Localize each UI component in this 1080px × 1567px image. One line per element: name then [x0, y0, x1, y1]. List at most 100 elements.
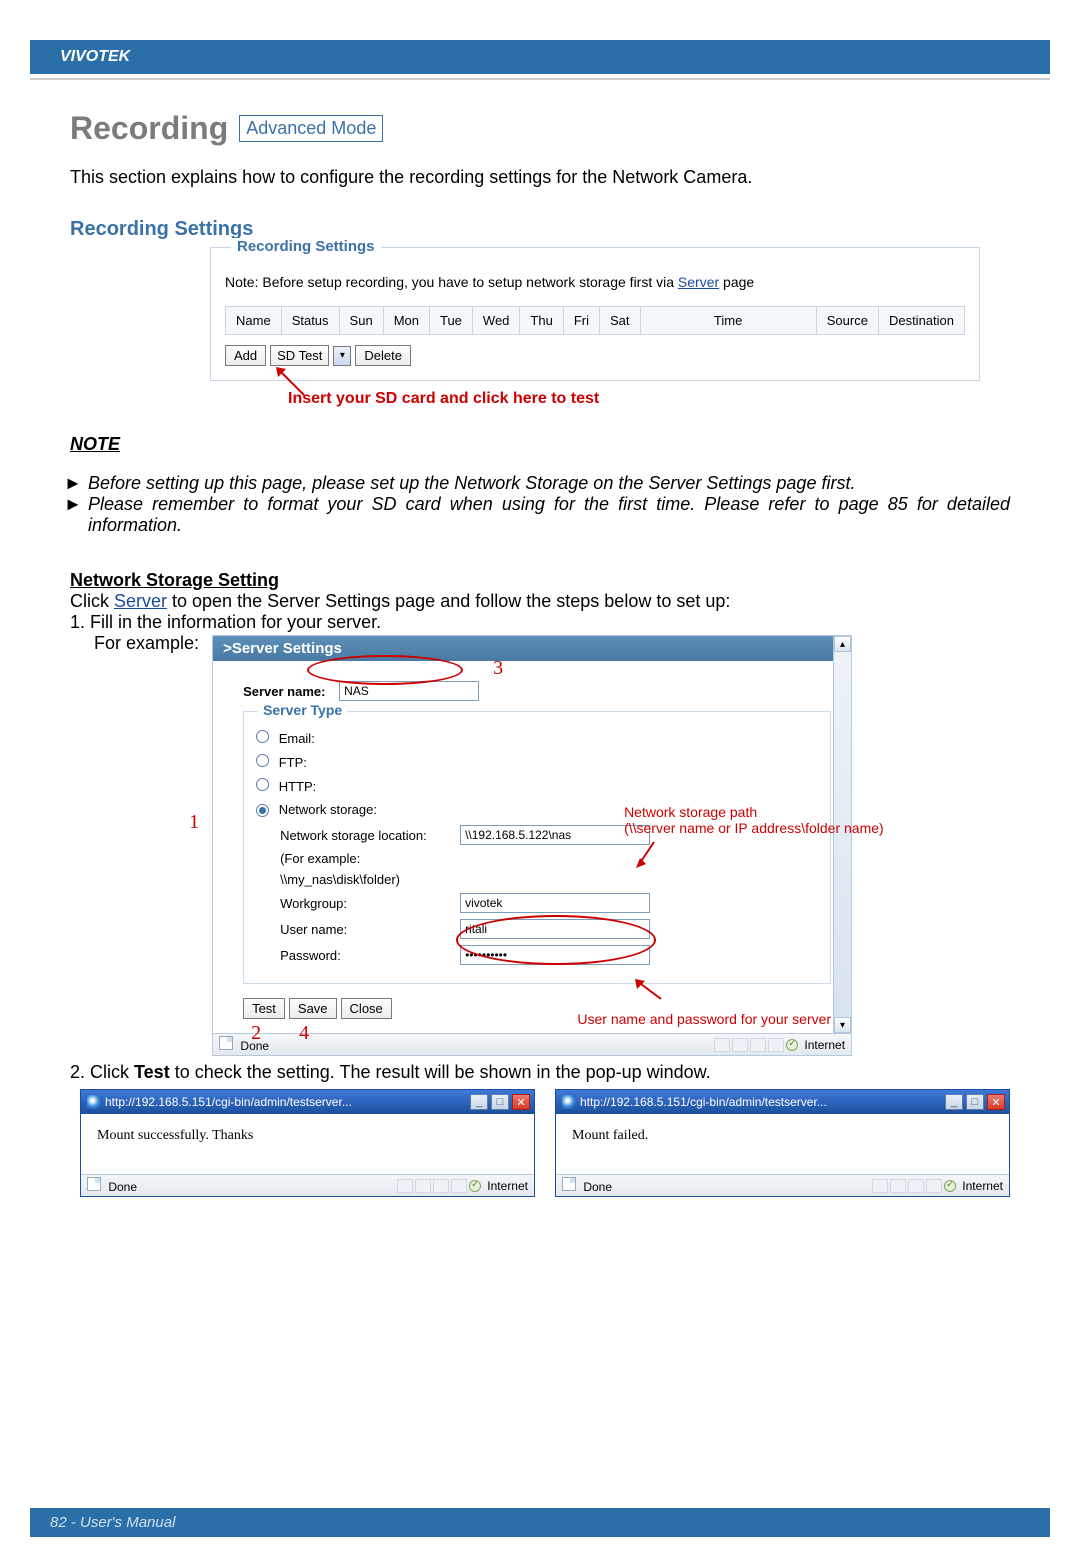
workgroup-input[interactable] [460, 893, 650, 913]
status-cells [872, 1179, 942, 1193]
opt-ftp-label: FTP: [279, 755, 307, 770]
userpass-circle-icon [456, 915, 656, 965]
minimize-button[interactable]: _ [470, 1094, 488, 1110]
server-settings-row: For example: >Server Settings ▴ ▾ 1 3 Se… [94, 633, 1010, 1056]
server-settings-body: 1 3 Server name: Server Type Network sto… [213, 661, 851, 1033]
note-item-2-text: Please remember to format your SD card w… [88, 494, 1010, 535]
close-button-popup[interactable]: ✕ [512, 1094, 530, 1110]
server-link-2[interactable]: Server [114, 591, 167, 611]
advanced-mode-badge: Advanced Mode [239, 115, 383, 142]
page-footer-text: 82 - User's Manual [50, 1514, 175, 1531]
popup-fail-status-right: Internet [872, 1179, 1003, 1193]
col-wed: Wed [473, 307, 521, 334]
workgroup-label: Workgroup: [280, 896, 460, 911]
col-sun: Sun [340, 307, 384, 334]
callout-number-2: 2 [251, 1022, 261, 1045]
server-name-circle-icon [307, 655, 463, 685]
ns-line1: Click Server to open the Server Settings… [70, 591, 1010, 612]
step2-bold: Test [134, 1062, 170, 1082]
username-row: User name: [280, 919, 818, 939]
callout-number-4: 4 [299, 1022, 309, 1045]
popup-fail-internet-text: Internet [962, 1179, 1003, 1193]
popup-success: http://192.168.5.151/cgi-bin/admin/tests… [80, 1089, 535, 1197]
delete-button[interactable]: Delete [355, 345, 411, 366]
col-mon: Mon [384, 307, 430, 334]
ns-line1-pre: Click [70, 591, 114, 611]
page-icon [219, 1036, 233, 1050]
radio-ftp-icon[interactable] [256, 754, 269, 767]
radio-ns-icon[interactable] [256, 804, 269, 817]
userpass-callout: User name and password for your server [577, 1011, 831, 1027]
recording-buttons-row: Add SD Test ▾ Delete [225, 345, 965, 366]
page-icon [87, 1177, 101, 1191]
popup-fail-body: Mount failed. [556, 1114, 1009, 1174]
ns-path-callout: Network storage path (\\server name or I… [624, 804, 884, 836]
popup-success-url: http://192.168.5.151/cgi-bin/admin/tests… [105, 1095, 467, 1109]
recording-note-prefix: Note: Before setup recording, you have t… [225, 274, 678, 290]
test-button[interactable]: Test [243, 998, 285, 1019]
network-storage-heading: Network Storage Setting [70, 570, 1010, 591]
note-list: ►Before setting up this page, please set… [70, 473, 1010, 536]
server-type-fieldset: Server Type Network storage path (\\serv… [243, 711, 831, 984]
step2-post: to check the setting. The result will be… [170, 1062, 711, 1082]
password-label: Password: [280, 948, 460, 963]
minimize-button[interactable]: _ [945, 1094, 963, 1110]
scroll-up-icon[interactable]: ▴ [834, 636, 851, 652]
opt-ns-label: Network storage: [279, 802, 377, 817]
server-type-legend: Server Type [258, 702, 347, 718]
maximize-button[interactable]: □ [966, 1094, 984, 1110]
option-ftp[interactable]: FTP: [256, 754, 818, 770]
col-thu: Thu [520, 307, 563, 334]
note-item-2: ►Please remember to format your SD card … [88, 494, 1010, 536]
option-email[interactable]: Email: [256, 730, 818, 746]
ns-example-a-label: (For example: [280, 851, 460, 866]
status-internet-text: Internet [804, 1038, 845, 1052]
sd-test-dropdown[interactable]: ▾ [333, 346, 351, 366]
col-name: Name [226, 307, 282, 334]
add-button[interactable]: Add [225, 345, 266, 366]
col-status: Status [282, 307, 340, 334]
ns-location-input[interactable] [460, 825, 650, 845]
opt-http-label: HTTP: [279, 779, 317, 794]
col-sat: Sat [600, 307, 641, 334]
popup-success-done-text: Done [108, 1180, 137, 1194]
popup-success-titlebar[interactable]: http://192.168.5.151/cgi-bin/admin/tests… [81, 1090, 534, 1114]
server-settings-window: >Server Settings ▴ ▾ 1 3 Server name: Se… [212, 635, 852, 1056]
ns-example-b-row: \\my_nas\disk\folder) [280, 872, 818, 887]
arrow-bullet-icon: ► [64, 494, 88, 515]
status-cells [397, 1179, 467, 1193]
ns-location-label: Network storage location: [280, 828, 460, 843]
page-content: Recording Advanced Mode This section exp… [0, 80, 1080, 1197]
ns-example-b-label: \\my_nas\disk\folder) [280, 872, 460, 887]
popup-fail-url: http://192.168.5.151/cgi-bin/admin/tests… [580, 1095, 942, 1109]
option-http[interactable]: HTTP: [256, 778, 818, 794]
status-cells [714, 1038, 784, 1052]
radio-http-icon[interactable] [256, 778, 269, 791]
brand-header: VIVOTEK [30, 40, 1050, 74]
close-button-popup[interactable]: ✕ [987, 1094, 1005, 1110]
recording-intro: This section explains how to configure t… [70, 167, 1010, 188]
ns-step1: 1. Fill in the information for your serv… [70, 612, 1010, 633]
page-icon [562, 1177, 576, 1191]
server-link[interactable]: Server [678, 274, 719, 290]
popup-fail-titlebar[interactable]: http://192.168.5.151/cgi-bin/admin/tests… [556, 1090, 1009, 1114]
recording-note-suffix: page [719, 274, 754, 290]
col-time: Time [641, 307, 817, 334]
radio-email-icon[interactable] [256, 730, 269, 743]
save-button[interactable]: Save [289, 998, 337, 1019]
sd-test-hint: Insert your SD card and click here to te… [288, 390, 599, 407]
recording-settings-legend: Recording Settings [231, 238, 381, 255]
page-footer: 82 - User's Manual [30, 1508, 1050, 1537]
close-button[interactable]: Close [341, 998, 392, 1019]
note-item-1-text: Before setting up this page, please set … [88, 473, 855, 493]
maximize-button[interactable]: □ [491, 1094, 509, 1110]
popup-fail: http://192.168.5.151/cgi-bin/admin/tests… [555, 1089, 1010, 1197]
note-heading: NOTE [70, 434, 1010, 455]
recording-schedule-table-header: Name Status Sun Mon Tue Wed Thu Fri Sat … [225, 306, 965, 335]
ns-example-a-row: (For example: [280, 851, 818, 866]
popup-fail-status: Done Internet [556, 1174, 1009, 1196]
step2-pre: 2. Click [70, 1062, 134, 1082]
popup-row: http://192.168.5.151/cgi-bin/admin/tests… [70, 1089, 1010, 1197]
ns-line1-post: to open the Server Settings page and fol… [167, 591, 730, 611]
server-settings-title: >Server Settings [213, 636, 851, 661]
